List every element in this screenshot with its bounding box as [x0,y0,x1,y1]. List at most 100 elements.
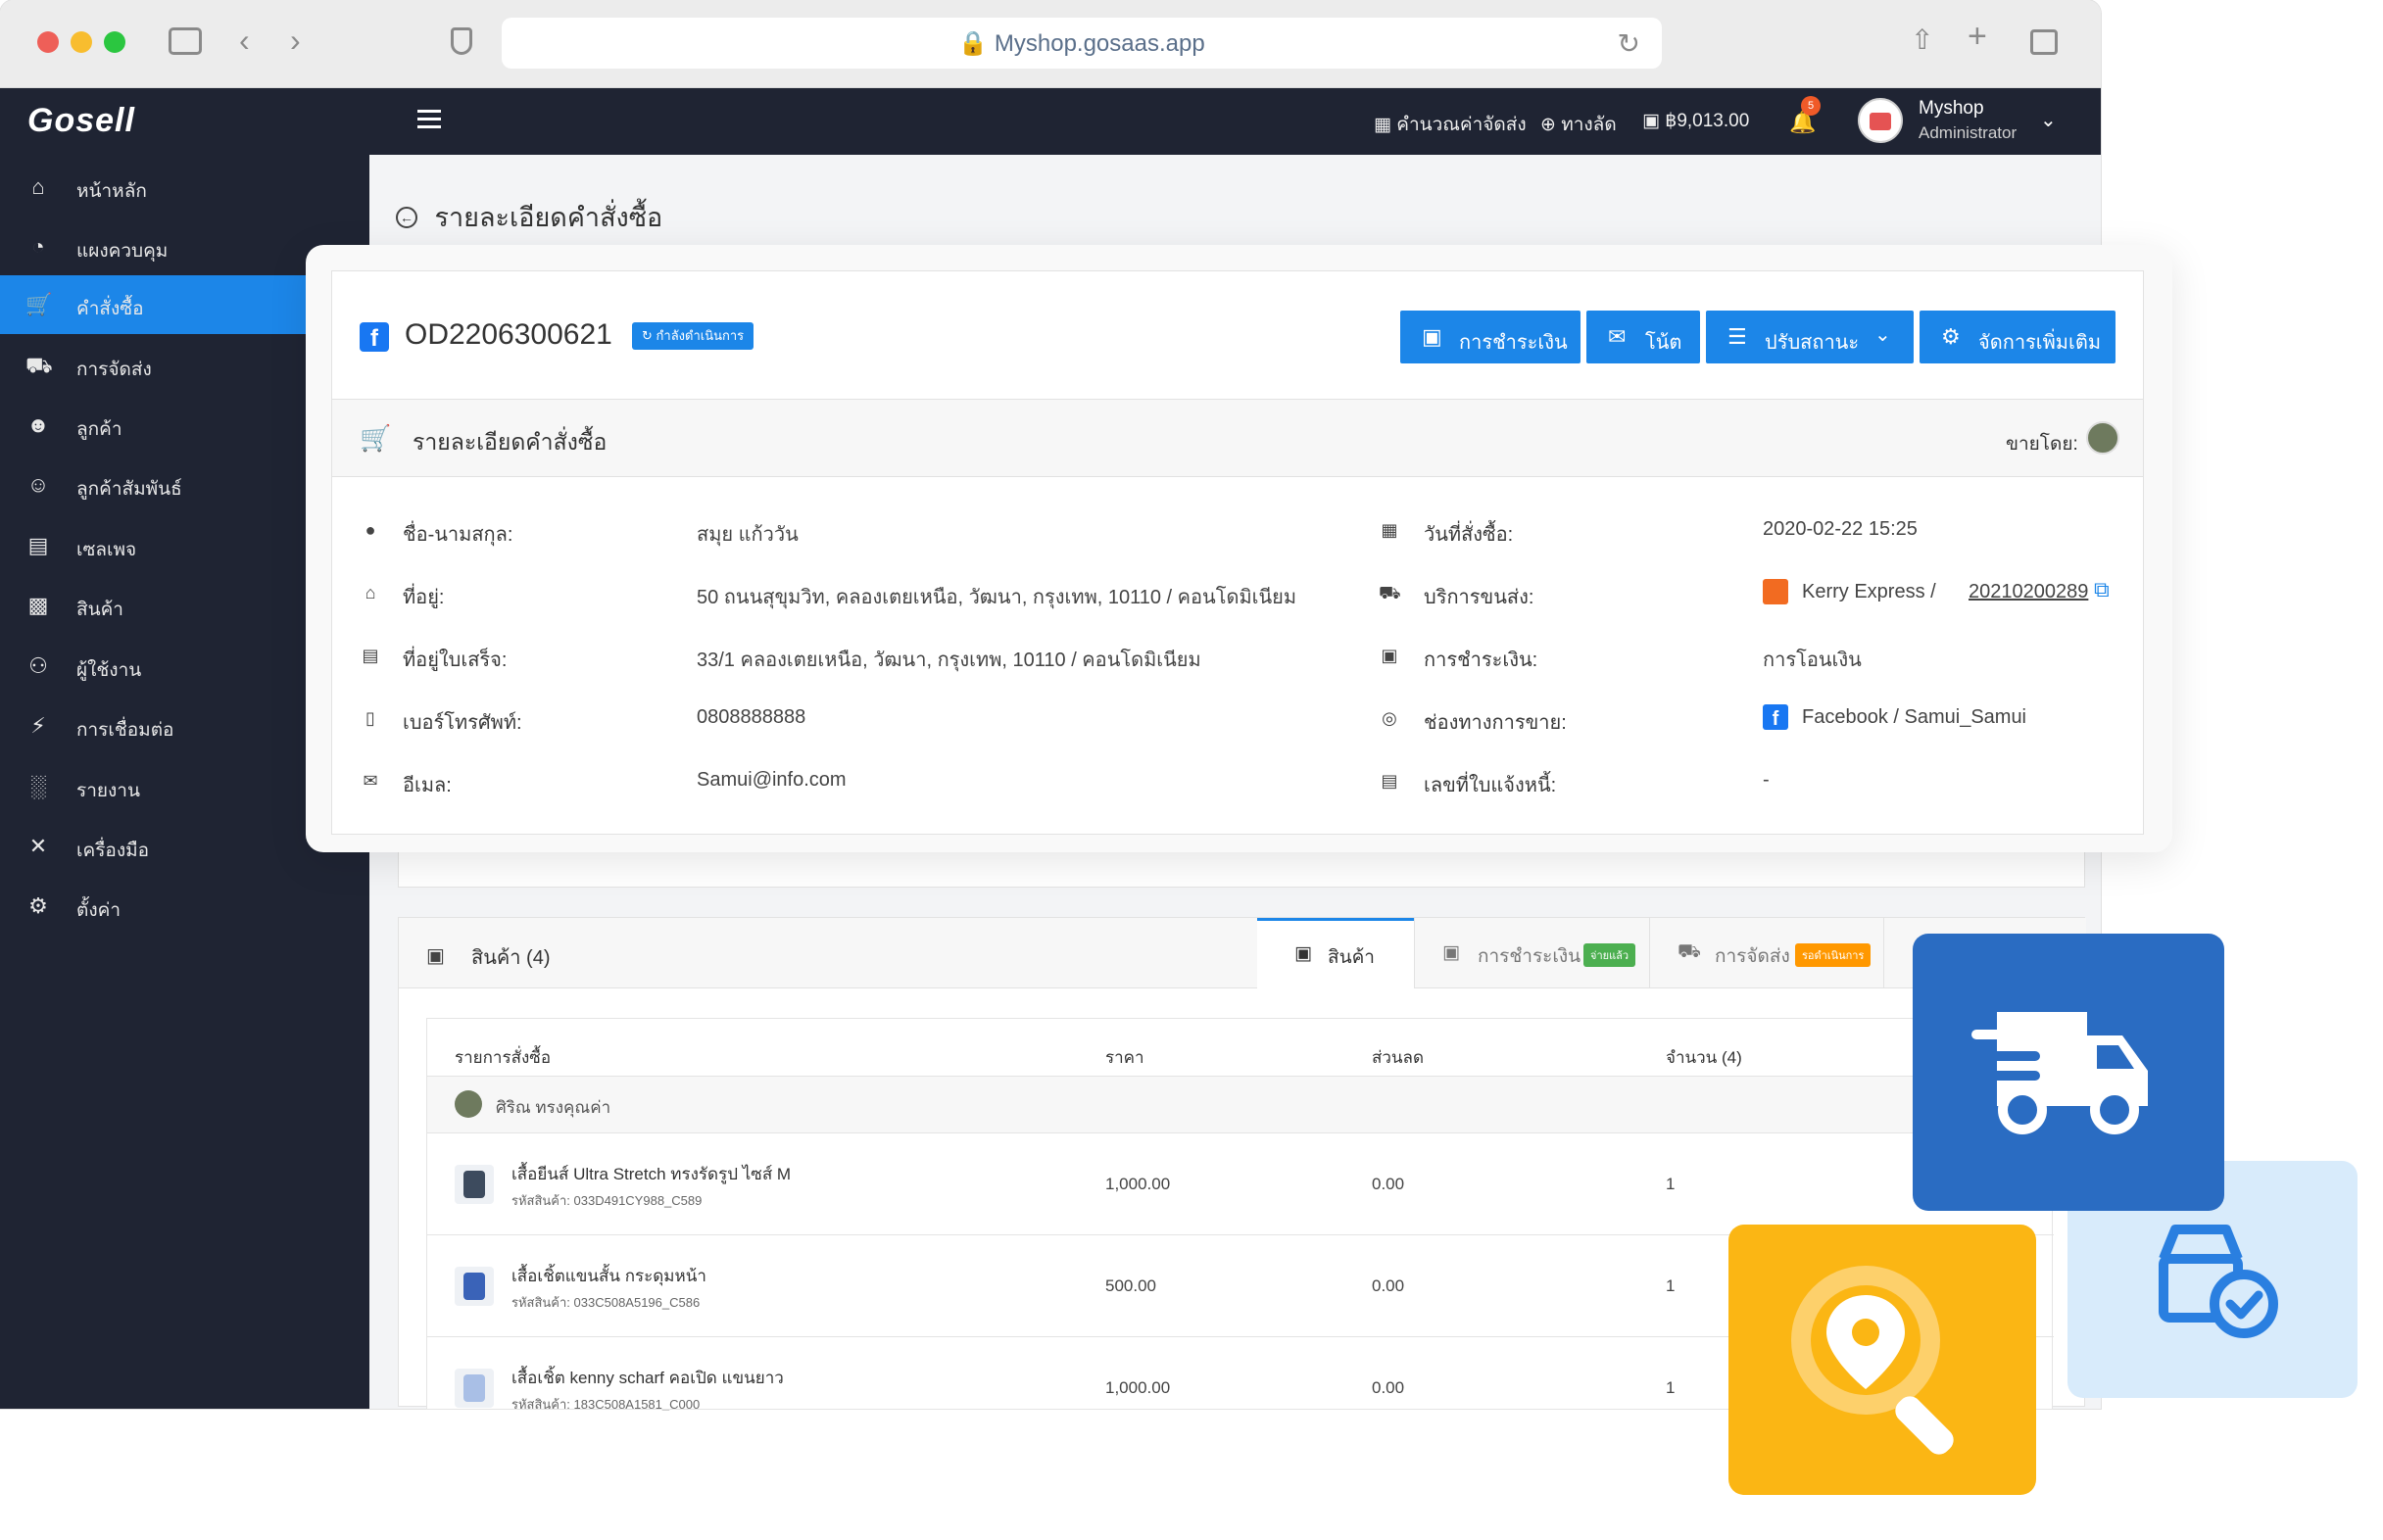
paid-status-badge: จ่ายแล้ว [1583,943,1636,967]
menu-icon[interactable] [417,110,441,131]
column-header-discount: ส่วนลด [1372,1048,1425,1067]
phone-label: เบอร์โทรศัพท์: [403,712,522,734]
url-text: 🔒 Myshop.gosaas.app [502,29,1662,58]
avatar[interactable] [2086,421,2119,455]
sidebar-item-home[interactable]: ⌂ หน้าหลัก [0,158,369,217]
chevron-down-icon: ⌄ [1874,324,1891,346]
table-row[interactable]: เสื้อยีนส์ Ultra Stretch ทรงรัดรูป ไซส์ … [427,1132,2054,1234]
tracking-number-link[interactable]: 20210200289 [1969,581,2088,603]
chevron-down-icon[interactable]: ⌄ [2040,108,2057,132]
invoice-icon: ▤ [1381,771,1398,791]
gears-icon: ⚙ [1941,324,1961,349]
kerry-express-logo [1763,579,1788,604]
back-arrow-icon[interactable]: ‹ [239,24,250,56]
billing-address-label: ที่อยู่ใบเสร็จ: [403,650,508,671]
order-status-badge: ↻ กำลังดำเนินการ [632,322,754,350]
product-discount: 0.00 [1372,1378,1405,1397]
location-search-tile [1728,1225,2036,1495]
payment-button-label: การชำระเงิน [1459,332,1568,354]
wallet-icon: ▣ [1442,942,1460,963]
crm-icon: ☺ [26,472,50,497]
product-sku: รหัสสินค้า: 033C508A5196_C586 [511,1295,701,1310]
product-name[interactable]: เสื้อยีนส์ Ultra Stretch ทรงรัดรูป ไซส์ … [511,1161,791,1187]
address-bar[interactable]: 🔒 Myshop.gosaas.app ↻ [502,18,1662,69]
shield-icon[interactable] [451,27,472,55]
shipping-address: 50 ถนนสุขุมวิท, คลองเตยเหนือ, วัฒนา, กรุ… [697,587,1297,608]
tabs-overview-icon[interactable] [2030,29,2058,55]
minimize-window-button[interactable] [71,31,92,53]
avatar[interactable] [1858,98,1903,143]
product-thumbnail [455,1267,494,1306]
reload-icon[interactable]: ↻ [1618,27,1640,60]
more-actions-button[interactable]: ⚙ จัดการเพิ่มเติม [1920,311,2116,363]
invoice-number: - [1763,769,1770,791]
refresh-icon: ↻ [642,328,653,343]
url-label: Myshop.gosaas.app [994,30,1205,57]
update-status-button[interactable]: ☰ ปรับสถานะ ⌄ [1706,311,1914,363]
products-panel-title: สินค้า (4) [471,947,551,969]
truck-icon: ⛟ [1678,941,1701,962]
column-header-qty: จำนวน (4) [1666,1048,1742,1067]
order-detail-heading-bar: 🛒 รายละเอียดคำสั่งซื้อ ขายโดย: [332,399,2143,477]
sidebar-item-label: สินค้า [76,600,123,620]
customer-name: สมุย แก้ววัน [697,524,799,546]
order-date-label: วันที่สั่งซื้อ: [1424,524,1514,546]
maximize-window-button[interactable] [104,31,125,53]
money-icon: ▣ [1381,646,1398,665]
location-search-icon [1791,1266,1954,1455]
note-button[interactable]: ✉ โน้ต [1586,311,1700,363]
home-icon: ⌂ [365,583,376,602]
tools-icon: ✕ [28,834,48,858]
sales-channel-label: ช่องทางการขาย: [1424,712,1567,734]
back-arrow-icon[interactable]: ← [396,206,417,228]
shipping-calculator-link[interactable]: ▦ คำนวณค่าจัดส่ง [1374,110,1527,139]
page-header: ← รายละเอียดคำสั่งซื้อ [396,196,662,238]
sidebar-item-label: รายงาน [76,781,140,801]
update-status-button-label: ปรับสถานะ [1765,332,1860,354]
payment-method: การโอนเงิน [1763,650,1862,671]
shortcut-link[interactable]: ⊕ ทางลัด [1540,110,1617,139]
sidebar-item-label: หน้าหลัก [76,181,147,202]
salepage-icon: ▤ [27,533,49,557]
share-icon[interactable]: ⇧ [1911,25,1933,55]
product-thumbnail [455,1165,494,1204]
comment-icon: ✉ [1608,324,1627,349]
brand-logo[interactable]: Gosell [27,102,135,140]
truck-icon: ⛟ [25,353,53,377]
close-window-button[interactable] [37,31,59,53]
payment-button[interactable]: ▣ การชำระเงิน [1400,311,1581,363]
new-tab-icon[interactable]: + [1968,20,1987,53]
tab-products[interactable]: ▣ สินค้า [1257,918,1414,988]
sidebar-item-label: ตั้งค่า [76,900,121,921]
address-label: ที่อยู่: [403,587,445,608]
copy-icon[interactable]: ⧉ [2094,577,2110,602]
globe-icon: ◎ [1382,708,1397,728]
customer-email: Samui@info.com [697,769,847,791]
order-detail-heading: รายละเอียดคำสั่งซื้อ [413,429,608,455]
tab-shipping[interactable]: ⛟ การจัดส่ง รอดำเนินการ [1649,918,1884,988]
tab-payment[interactable]: ▣ การชำระเงิน จ่ายแล้ว [1414,918,1649,988]
seller-name: ศิริณ ทรงคุณค่า [496,1098,611,1117]
shipping-calculator-label: คำนวณค่าจัดส่ง [1396,115,1527,135]
invoice-number-label: เลขที่ใบแจ้งหนี้: [1424,775,1557,796]
product-price: 1,000.00 [1105,1175,1171,1193]
phone-number: 0808888888 [697,706,806,728]
forward-arrow-icon[interactable]: › [290,24,301,56]
product-price: 1,000.00 [1105,1378,1171,1397]
sidebar-item-settings[interactable]: ⚙ ตั้งค่า [0,877,369,936]
sidebar-item-label: ลูกค้าสัมพันธ์ [76,479,182,500]
product-name[interactable]: เสื้อเชิ้ตแขนสั้น กระดุมหน้า [511,1263,706,1289]
product-name[interactable]: เสื้อเชิ้ต kenny scharf คอเปิด แขนยาว [511,1365,784,1391]
avatar [455,1090,482,1118]
sidebar-item-label: ผู้ใช้งาน [76,660,142,681]
column-header-price: ราคา [1105,1048,1144,1067]
browser-toolbar: ‹ › 🔒 Myshop.gosaas.app ↻ ⇧ + [0,0,2101,88]
phone-icon: ▯ [365,708,375,728]
report-icon: ░ [30,774,46,798]
shipping-carrier: Kerry Express / [1802,581,1936,602]
wallet-balance[interactable]: ▣ ฿9,013.00 [1642,110,1749,132]
product-sku: รหัสสินค้า: 183C508A1581_C000 [511,1397,701,1411]
user-name[interactable]: Myshop [1919,98,1984,120]
checklist-icon: ☰ [1727,324,1747,349]
sidebar-toggle-icon[interactable] [169,27,202,55]
